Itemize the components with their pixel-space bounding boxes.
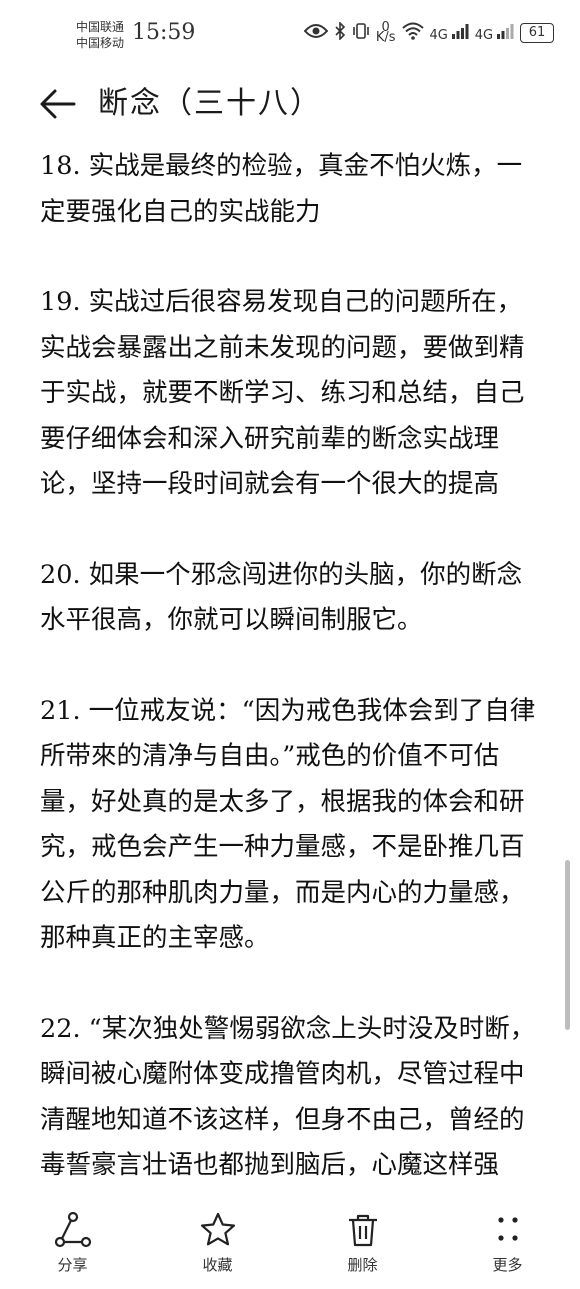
share-button[interactable]: 分享 [0, 1202, 145, 1289]
vibrate-icon [352, 22, 370, 44]
carrier-2: 中国移动 [76, 36, 125, 50]
delete-label: 删除 [347, 1256, 378, 1274]
carrier-1: 中国联通 [76, 20, 125, 34]
article-paragraph: 19. 实战过后很容易发现自己的问题所在，实战会暴露出之前未发现的问题，要做到精… [40, 287, 525, 499]
article-paragraph: 21. 一位戒友说：“因为戒色我体会到了自律所带來的清净与自由。”戒色的价值不可… [40, 695, 536, 954]
more-dots-icon [497, 1217, 518, 1241]
trash-icon [348, 1214, 377, 1247]
article-paragraph: 20. 如果一个邪念闯进你的头脑，你的断念水平很高，你就可以瞬间制服它。 [40, 559, 523, 636]
star-icon [200, 1212, 235, 1246]
scrollbar[interactable] [565, 860, 570, 1030]
article-paragraph: 18. 实战是最终的检验，真金不怕火炼，一定要强化自己的实战能力 [40, 151, 523, 227]
bottom-toolbar: 分享 收藏 删除 更多 [0, 1202, 580, 1289]
battery-icon: 61 [520, 23, 554, 43]
more-button[interactable]: 更多 [435, 1202, 580, 1289]
article-paragraph: 22. “某次独处警惕弱欲念上头时没及时断，瞬间被心魔附体变成撸管肉机，尽管过程… [40, 1013, 536, 1181]
eye-icon [303, 23, 329, 43]
signal-icon: 4G [475, 23, 514, 43]
status-icons: 0 K/s 4G 4G 61 [303, 20, 554, 45]
favorite-button[interactable]: 收藏 [145, 1202, 290, 1289]
carrier-info: 中国联通 中国移动 [76, 19, 124, 51]
delete-button[interactable]: 删除 [290, 1202, 435, 1289]
status-time: 15:59 [132, 20, 196, 45]
wifi-icon [401, 22, 424, 44]
article-content[interactable]: 18. 实战是最终的检验，真金不怕火炼，一定要强化自己的实战能力 19. 实战过… [40, 144, 540, 1192]
signal-icon: 4G [430, 23, 469, 43]
share-label: 分享 [57, 1256, 88, 1274]
header: 断念（三十八） [0, 72, 580, 136]
favorite-label: 收藏 [202, 1256, 233, 1274]
arrow-left-icon [40, 89, 76, 119]
bluetooth-icon [334, 21, 346, 44]
share-icon [54, 1211, 91, 1248]
page-title: 断念（三十八） [98, 86, 322, 121]
back-button[interactable] [38, 84, 78, 124]
status-bar: 中国联通 中国移动 15:59 0 K/s 4G 4G 61 [0, 0, 580, 70]
more-label: 更多 [492, 1256, 523, 1274]
net-speed: 0 K/s [375, 20, 396, 45]
